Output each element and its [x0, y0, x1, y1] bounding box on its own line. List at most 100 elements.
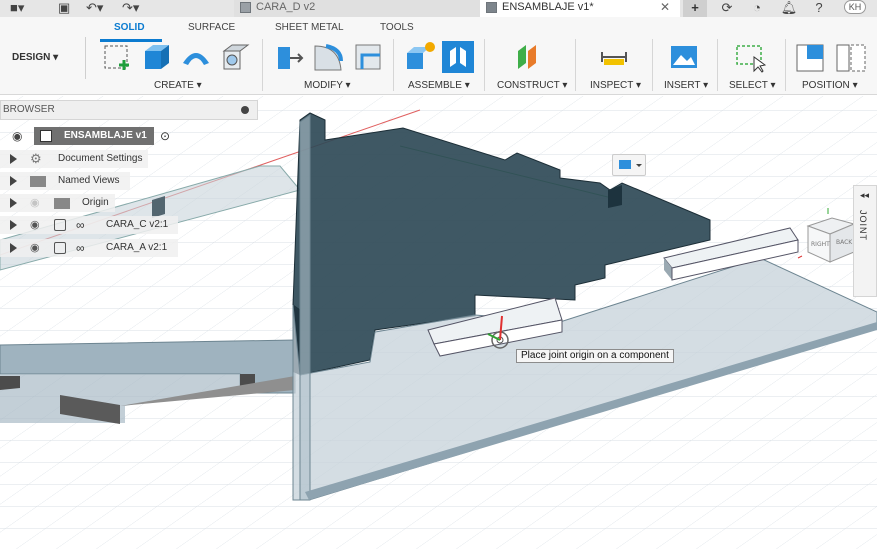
chamfer-icon[interactable] [352, 41, 384, 73]
group-label: CREATE [154, 80, 194, 91]
shell-icon[interactable] [220, 41, 252, 73]
link-icon: ∞ [76, 241, 85, 255]
group-modify[interactable]: MODIFY ▾ [304, 80, 351, 91]
new-tab-button[interactable]: + [683, 0, 707, 17]
group-label: SELECT [729, 80, 768, 91]
group-assemble[interactable]: ASSEMBLE ▾ [408, 80, 470, 91]
viewcube-face-right[interactable]: RIGHT [811, 241, 830, 248]
joint-dialog-collapsed[interactable]: ◂◂ JOINT [853, 185, 877, 297]
joint-panel-label: JOINT [858, 210, 868, 241]
link-icon: ∞ [76, 218, 85, 232]
group-create[interactable]: CREATE ▾ [154, 80, 202, 91]
title-bar: ■▾ ▣ ↶▾ ↷▾ CARA_D v2 ENSAMBLAJE v1* ✕ + … [0, 0, 877, 17]
browser-root-label[interactable]: ENSAMBLAJE v1 [34, 127, 154, 145]
viewcube-face-back[interactable]: BACK [836, 239, 853, 246]
browser-item-label: CARA_A v2:1 [106, 242, 168, 253]
divider [652, 39, 653, 91]
file-menu-icon[interactable]: ■▾ [10, 0, 24, 17]
visibility-eye-icon[interactable]: ◉ [30, 239, 40, 257]
activate-radio-icon[interactable]: ⊙ [160, 127, 170, 145]
display-mode-icon [619, 160, 642, 169]
browser-header[interactable]: BROWSER [0, 100, 258, 120]
tab-surface[interactable]: SURFACE [188, 22, 235, 33]
expand-triangle-icon[interactable] [10, 198, 17, 208]
joint-icon[interactable] [442, 41, 474, 73]
revolve-icon[interactable] [180, 41, 212, 73]
tab-sheet-metal[interactable]: SHEET METAL [275, 22, 344, 33]
toolbar-ribbon: SOLID SURFACE SHEET METAL TOOLS DESIGN ▾… [0, 17, 877, 95]
extrude-icon[interactable] [140, 41, 172, 73]
display-settings-button[interactable] [612, 154, 646, 176]
component-icon [54, 242, 66, 254]
assembly-icon [486, 2, 497, 13]
visibility-hidden-icon[interactable]: ◉ [30, 194, 40, 212]
capture-position-icon[interactable] [795, 41, 827, 73]
workspace-switcher[interactable]: DESIGN ▾ [0, 37, 86, 79]
extensions-icon[interactable]: ⟳ [716, 0, 738, 17]
avatar[interactable]: KH [844, 0, 866, 14]
browser-item-label: CARA_C v2:1 [106, 219, 169, 230]
divider [575, 39, 576, 91]
expand-panel-icon[interactable]: ◂◂ [860, 190, 869, 201]
group-position[interactable]: POSITION ▾ [802, 80, 858, 91]
group-label: POSITION [802, 80, 850, 91]
visibility-eye-icon[interactable]: ◉ [12, 127, 22, 145]
job-status-icon[interactable]: ◔ [746, 0, 768, 17]
close-icon[interactable]: ✕ [660, 0, 670, 15]
collapse-icon[interactable] [241, 106, 249, 114]
tab-label: CARA_D v2 [256, 1, 316, 13]
window-select-icon[interactable] [734, 41, 766, 73]
browser-item-cara-a[interactable]: ◉ ∞ CARA_A v2:1 [0, 239, 178, 257]
divider [262, 39, 263, 91]
group-select[interactable]: SELECT ▾ [729, 80, 776, 91]
divider [785, 39, 786, 91]
group-label: INSERT [664, 80, 701, 91]
group-inspect[interactable]: INSPECT ▾ [590, 80, 641, 91]
notifications-icon[interactable]: 🔔︎ [778, 0, 800, 17]
gear-icon: ⚙ [30, 151, 42, 166]
press-pull-icon[interactable] [274, 41, 306, 73]
divider [484, 39, 485, 91]
expand-triangle-icon[interactable] [0, 131, 5, 141]
group-label: INSPECT [590, 80, 634, 91]
fillet-icon[interactable] [312, 41, 344, 73]
group-label: MODIFY [304, 80, 343, 91]
browser-item-label: Named Views [58, 175, 120, 186]
revert-position-icon[interactable] [835, 41, 867, 73]
browser-item-origin[interactable]: ◉ Origin [0, 194, 115, 212]
offset-plane-icon[interactable] [512, 41, 544, 73]
browser-root-row[interactable]: ◉ ENSAMBLAJE v1 ⊙ [0, 127, 180, 145]
help-icon[interactable]: ? [808, 0, 830, 17]
folder-icon [30, 176, 46, 187]
tab-solid[interactable]: SOLID [114, 22, 145, 33]
browser-item-label: Document Settings [58, 153, 143, 164]
visibility-eye-icon[interactable]: ◉ [30, 216, 40, 234]
cursor-tooltip: Place joint origin on a component [516, 349, 674, 363]
divider [393, 39, 394, 91]
tab-ensamblaje[interactable]: ENSAMBLAJE v1* ✕ [480, 0, 680, 17]
tab-label: ENSAMBLAJE v1* [502, 1, 594, 13]
expand-triangle-icon[interactable] [10, 176, 17, 186]
expand-triangle-icon[interactable] [10, 154, 17, 164]
browser-item-cara-c[interactable]: ◉ ∞ CARA_C v2:1 [0, 216, 178, 234]
browser-item-named-views[interactable]: Named Views [0, 172, 130, 190]
save-icon[interactable]: ▣ [58, 0, 70, 17]
chevron-down-icon: ▾ [53, 52, 59, 63]
new-component-icon[interactable] [404, 41, 436, 73]
expand-triangle-icon[interactable] [10, 220, 17, 230]
group-insert[interactable]: INSERT ▾ [664, 80, 708, 91]
undo-icon[interactable]: ↶▾ [86, 0, 103, 17]
assembly-icon [40, 130, 52, 142]
insert-image-icon[interactable] [668, 41, 700, 73]
browser-item-document-settings[interactable]: ⚙ Document Settings [0, 150, 148, 168]
measure-icon[interactable] [598, 41, 630, 73]
folder-icon [54, 198, 70, 209]
tab-cara-d[interactable]: CARA_D v2 [234, 0, 480, 17]
redo-icon[interactable]: ↷▾ [122, 0, 139, 17]
group-construct[interactable]: CONSTRUCT ▾ [497, 80, 567, 91]
component-icon [54, 219, 66, 231]
sketch-icon[interactable] [102, 41, 134, 73]
browser-title: BROWSER [3, 104, 55, 115]
expand-triangle-icon[interactable] [10, 243, 17, 253]
tab-tools[interactable]: TOOLS [380, 22, 414, 33]
